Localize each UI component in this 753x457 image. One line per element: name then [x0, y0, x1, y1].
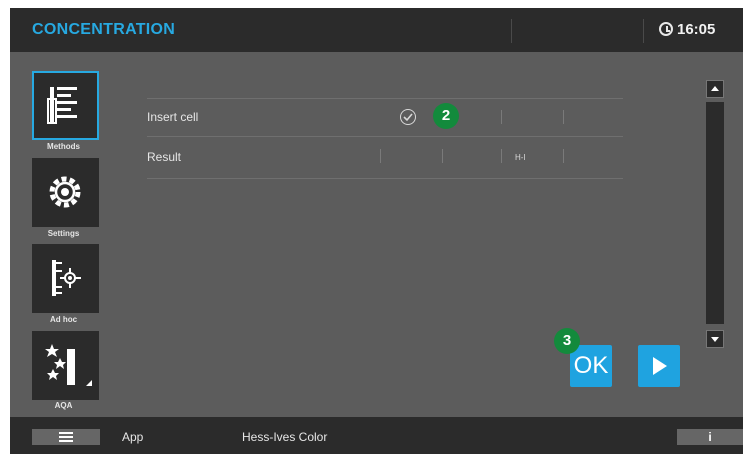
ad-hoc-icon — [52, 260, 81, 296]
header-divider — [511, 19, 512, 43]
step-badge-2: 2 — [433, 103, 459, 129]
device-screen: CONCENTRATION 16:05 Methods Settings Ad … — [10, 8, 743, 454]
menu-icon — [59, 436, 73, 438]
sidebar-item-methods[interactable] — [32, 71, 99, 140]
aqa-icon — [45, 344, 92, 386]
scroll-down-button[interactable] — [706, 330, 724, 348]
sidebar-label-ad-hoc: Ad hoc — [49, 315, 78, 324]
table-divider — [147, 98, 623, 99]
row-label-insert-cell: Insert cell — [147, 110, 199, 124]
column-separator — [501, 110, 502, 124]
row-label-result: Result — [147, 150, 182, 164]
header-divider — [643, 19, 644, 43]
sidebar-label-methods: Methods — [47, 142, 80, 151]
scroll-up-button[interactable] — [706, 80, 724, 98]
menu-icon — [59, 440, 73, 442]
footer-bar: App Hess-Ives Color i — [10, 417, 743, 454]
ok-button[interactable]: OK — [570, 345, 612, 387]
column-separator — [563, 110, 564, 124]
menu-button[interactable] — [32, 429, 100, 445]
step-badge-3: 3 — [554, 328, 580, 354]
clock-time: 16:05 — [677, 21, 716, 38]
check-circle-icon — [400, 109, 416, 125]
result-value: H-I — [515, 153, 526, 162]
sidebar-item-ad-hoc[interactable] — [32, 244, 99, 313]
header-bar: CONCENTRATION 16:05 — [10, 8, 743, 52]
play-button[interactable] — [638, 345, 680, 387]
sidebar-label-aqa: AQA — [54, 401, 73, 410]
info-button[interactable]: i — [677, 429, 743, 445]
sidebar-item-aqa[interactable] — [32, 331, 99, 400]
menu-icon — [59, 432, 73, 434]
column-separator — [442, 149, 443, 163]
column-separator — [563, 149, 564, 163]
table-divider — [147, 178, 623, 179]
settings-gear-icon — [49, 176, 81, 208]
scrollbar-track[interactable] — [706, 102, 724, 324]
column-separator — [501, 149, 502, 163]
column-separator — [380, 149, 381, 163]
clock-icon — [659, 22, 673, 36]
screen-title: CONCENTRATION — [32, 21, 176, 38]
methods-icon — [47, 87, 77, 124]
footer-method-name: Hess-Ives Color — [242, 430, 328, 444]
sidebar-label-settings: Settings — [47, 229, 80, 238]
footer-app-label: App — [122, 430, 144, 444]
table-divider — [147, 136, 623, 137]
sidebar-item-settings[interactable] — [32, 158, 99, 227]
